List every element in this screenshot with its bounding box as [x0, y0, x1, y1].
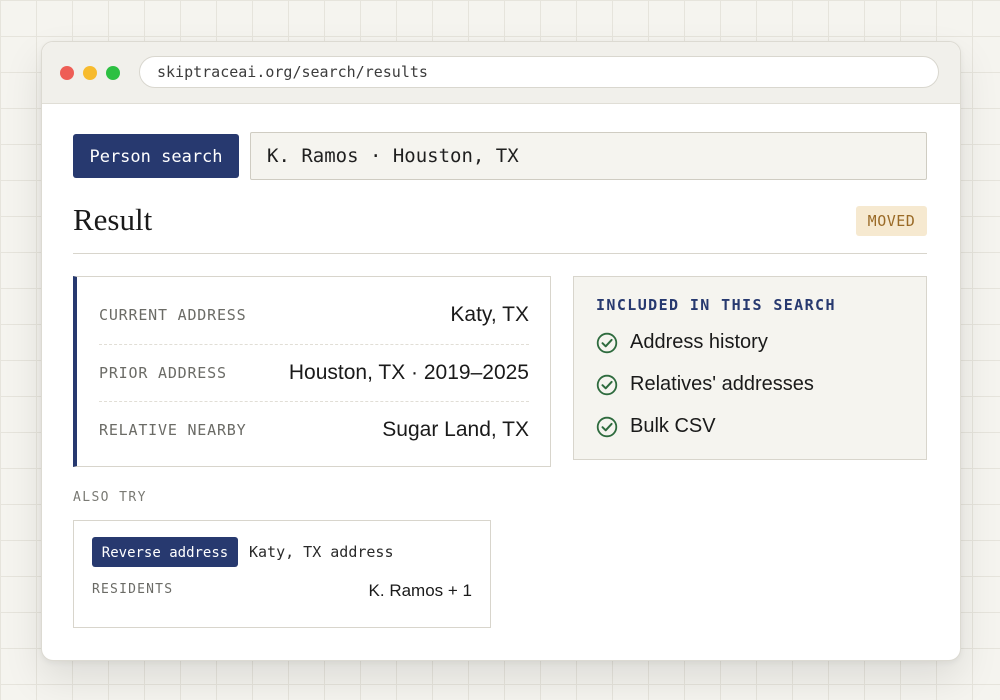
maximize-window-button[interactable]: [106, 66, 120, 80]
section-divider: [73, 253, 927, 254]
reverse-address-query: Katy, TX address: [249, 543, 394, 561]
feature-item: Bulk CSV: [596, 412, 916, 442]
browser-titlebar: skiptraceai.org/search/results: [42, 42, 960, 104]
person-search-button[interactable]: Person search: [73, 134, 239, 178]
check-circle-icon: [596, 416, 618, 438]
address-row-current: CURRENT ADDRESS Katy, TX: [99, 287, 529, 344]
feature-item: Address history: [596, 328, 916, 358]
address-label: RELATIVE NEARBY: [99, 421, 247, 439]
address-value: Houston, TX · 2019–2025: [288, 361, 529, 384]
feature-label: Bulk CSV: [630, 415, 716, 437]
close-window-button[interactable]: [60, 66, 74, 80]
minimize-window-button[interactable]: [83, 66, 97, 80]
address-bar[interactable]: skiptraceai.org/search/results: [139, 56, 939, 88]
address-row-relative: RELATIVE NEARBY Sugar Land, TX: [99, 401, 529, 459]
address-card: CURRENT ADDRESS Katy, TX PRIOR ADDRESS H…: [73, 276, 551, 467]
residents-label: RESIDENTS: [92, 582, 174, 597]
check-circle-icon: [596, 332, 618, 354]
feature-label: Relatives' addresses: [630, 373, 814, 395]
address-value: Sugar Land, TX: [382, 418, 529, 441]
reverse-address-button[interactable]: Reverse address: [92, 537, 238, 567]
residents-value: K. Ramos + 1: [368, 581, 472, 600]
also-try-card: Reverse address Katy, TX address RESIDEN…: [73, 520, 491, 628]
feature-label: Address history: [630, 331, 768, 353]
address-label: PRIOR ADDRESS: [99, 364, 227, 382]
result-title: Result: [73, 202, 153, 237]
address-row-prior: PRIOR ADDRESS Houston, TX · 2019–2025: [99, 344, 529, 402]
included-features-panel: INCLUDED IN THIS SEARCH Address history …: [573, 276, 927, 460]
search-query-field[interactable]: K. Ramos · Houston, TX: [250, 132, 927, 180]
address-value: Katy, TX: [450, 303, 529, 326]
feature-item: Relatives' addresses: [596, 370, 916, 400]
page-content: Person search K. Ramos · Houston, TX Res…: [42, 104, 960, 660]
status-badge: MOVED: [856, 206, 927, 236]
check-circle-icon: [596, 374, 618, 396]
browser-window: skiptraceai.org/search/results Person se…: [41, 41, 961, 661]
address-label: CURRENT ADDRESS: [99, 306, 247, 324]
also-try-heading: ALSO TRY: [73, 490, 147, 505]
included-heading: INCLUDED IN THIS SEARCH: [596, 296, 836, 314]
